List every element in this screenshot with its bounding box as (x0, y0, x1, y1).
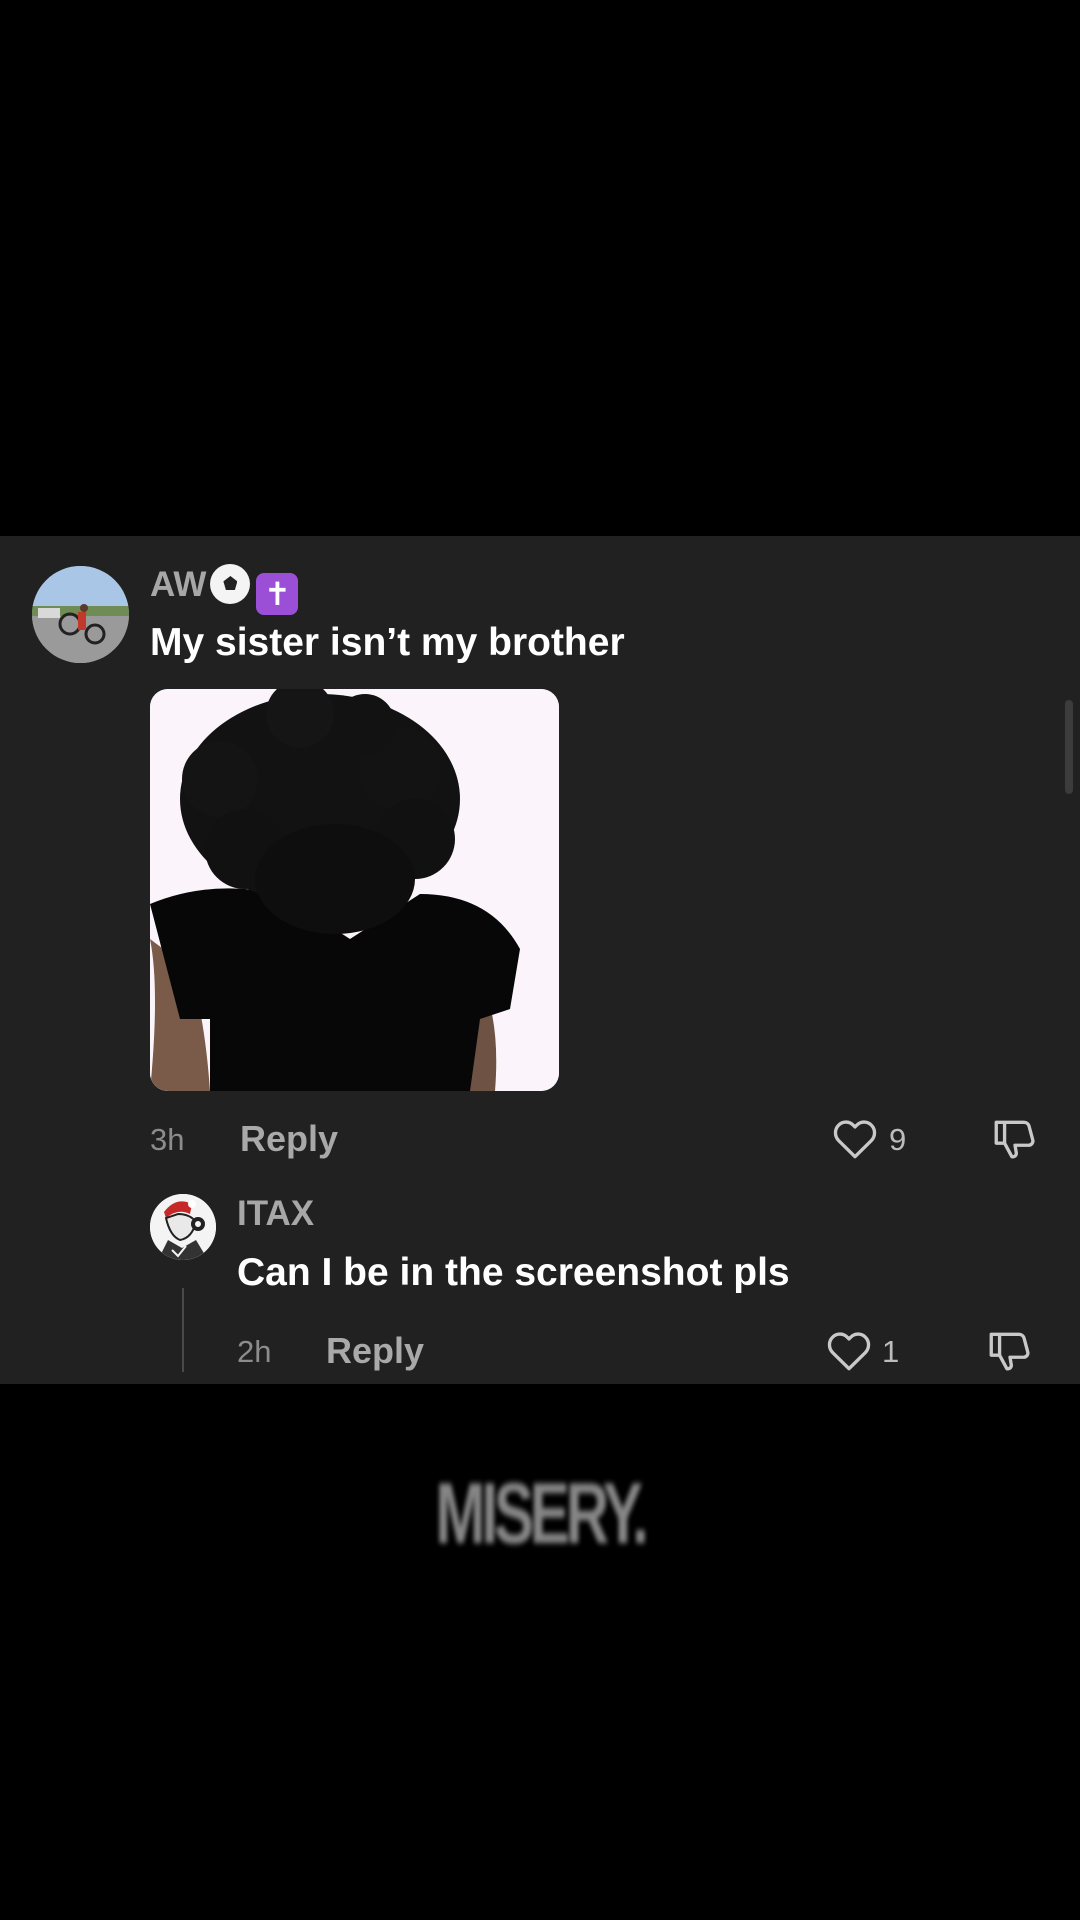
latin-cross-icon: ✝ (256, 573, 299, 615)
soccer-ball-icon (210, 564, 251, 604)
dislike-button[interactable] (985, 1326, 1035, 1376)
scrollbar[interactable] (1065, 700, 1073, 794)
comment-image-graphic (150, 689, 559, 1091)
like-button[interactable] (830, 1114, 880, 1164)
comment-actions: 2h Reply 1 (0, 1326, 1080, 1376)
comment-time: 3h (150, 1122, 185, 1157)
comment-actions: 3h Reply 9 (0, 1114, 1080, 1164)
watermark-caption: MISERY. (435, 1466, 648, 1562)
comments-panel: AW ✝ My sister isn’t my brother 3h Reply (0, 536, 1080, 1384)
like-count: 1 (882, 1334, 900, 1369)
like-count: 9 (889, 1122, 907, 1157)
comment-text: My sister isn’t my brother (150, 621, 625, 664)
avatar[interactable] (150, 1194, 216, 1260)
comment-username[interactable]: AW ✝ (150, 564, 299, 615)
comment-text: Can I be in the screenshot pls (237, 1251, 790, 1294)
heart-outline-icon (833, 1120, 877, 1159)
avatar-photo (32, 566, 129, 663)
heart-outline-icon (827, 1332, 871, 1371)
avatar[interactable] (32, 566, 129, 663)
thumbs-down-icon (994, 1120, 1035, 1159)
comment-time: 2h (237, 1334, 272, 1369)
reply-button[interactable]: Reply (326, 1330, 424, 1372)
thumbs-down-icon (989, 1332, 1030, 1371)
username-text: AW (150, 565, 207, 604)
reply-button[interactable]: Reply (240, 1118, 338, 1160)
comment-username[interactable]: ITAX (237, 1194, 314, 1234)
comment-image[interactable] (150, 689, 559, 1091)
dislike-button[interactable] (990, 1114, 1040, 1164)
avatar-drawing (150, 1194, 216, 1260)
like-button[interactable] (824, 1326, 874, 1376)
